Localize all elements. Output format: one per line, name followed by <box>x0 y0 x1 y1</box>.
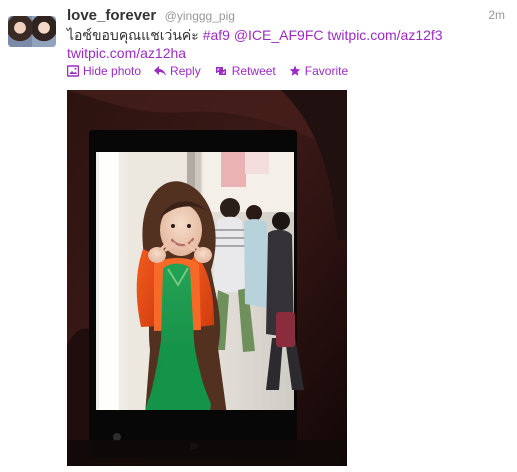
tweet-text: ไอซ์ขอบคุณแชเว่นค่ะ #af9 @ICE_AF9FC twit… <box>67 26 487 62</box>
star-icon <box>289 65 301 76</box>
tweet-actions: Hide photo Reply Retweet Favorite <box>67 63 348 79</box>
twitpic-link-1[interactable]: twitpic.com/az12f3 <box>327 27 442 43</box>
retweet-label: Retweet <box>231 64 276 78</box>
reply-button[interactable]: Reply <box>154 64 201 78</box>
avatar[interactable] <box>8 16 56 47</box>
hashtag-link[interactable]: #af9 <box>203 27 230 43</box>
favorite-label: Favorite <box>304 64 349 78</box>
tweet: love_forever @yinggg_pig 2m ไอซ์ขอบคุณแช… <box>0 0 517 472</box>
photo-content <box>67 90 347 466</box>
hide-photo-label: Hide photo <box>83 64 142 78</box>
tweet-thai-text: ไอซ์ขอบคุณแชเว่นค่ะ <box>67 27 199 43</box>
timestamp[interactable]: 2m <box>488 8 505 22</box>
tweet-photo[interactable] <box>67 90 347 466</box>
reply-icon <box>154 66 167 76</box>
retweet-icon <box>215 67 226 75</box>
favorite-button[interactable]: Favorite <box>289 64 348 78</box>
user-handle[interactable]: @yinggg_pig <box>165 9 235 23</box>
avatar-photo-right <box>32 16 56 47</box>
avatar-photo-left <box>8 16 32 47</box>
user-name[interactable]: love_forever <box>67 7 156 24</box>
tweet-header: love_forever @yinggg_pig 2m <box>67 7 505 25</box>
mention-link[interactable]: @ICE_AF9FC <box>234 27 324 43</box>
hide-photo-button[interactable]: Hide photo <box>67 64 141 78</box>
reply-label: Reply <box>170 64 201 78</box>
retweet-button[interactable]: Retweet <box>214 64 276 78</box>
photo-icon <box>67 65 79 77</box>
twitpic-link-2[interactable]: twitpic.com/az12ha <box>67 45 186 61</box>
